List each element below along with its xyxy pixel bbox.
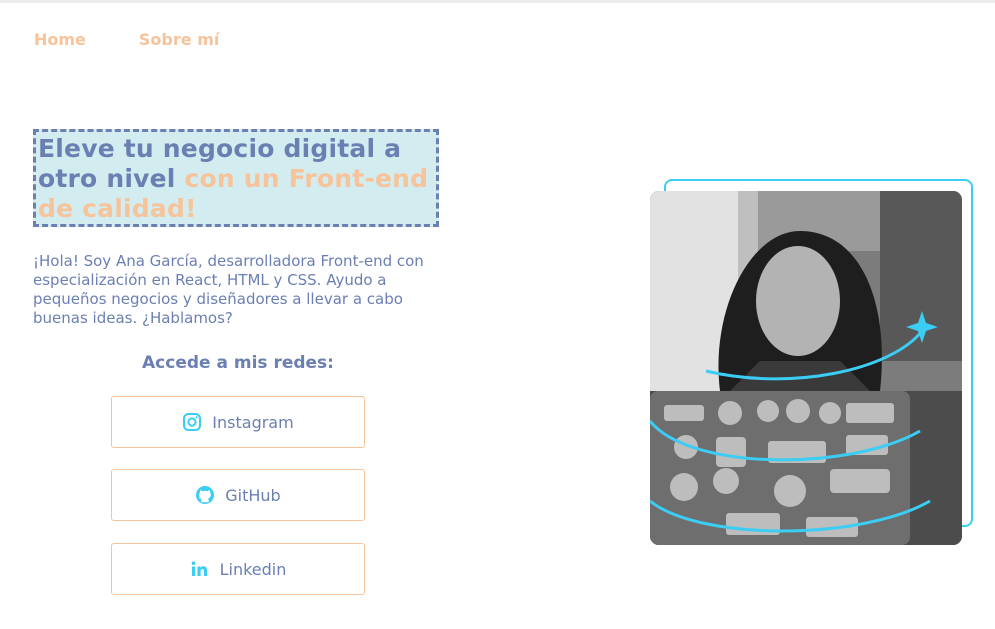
instagram-icon [182, 412, 202, 432]
linkedin-icon [190, 559, 210, 579]
intro-text: ¡Hola! Soy Ana García, desarrolladora Fr… [33, 252, 424, 327]
top-nav: Home Sobre mí [34, 30, 219, 49]
top-border [0, 0, 995, 3]
linkedin-button[interactable]: Linkedin [111, 543, 365, 595]
github-icon [195, 485, 215, 505]
hero-title: Eleve tu negocio digital a otro nivel co… [33, 129, 439, 227]
instagram-label: Instagram [212, 412, 294, 432]
nav-about-link[interactable]: Sobre mí [139, 30, 219, 49]
social-heading: Accede a mis redes: [142, 353, 334, 373]
nav-home-link[interactable]: Home [34, 30, 86, 49]
profile-photo [650, 191, 962, 545]
linkedin-label: Linkedin [219, 559, 287, 579]
github-button[interactable]: GitHub [111, 469, 365, 521]
instagram-button[interactable]: Instagram [111, 396, 365, 448]
github-label: GitHub [225, 485, 281, 505]
